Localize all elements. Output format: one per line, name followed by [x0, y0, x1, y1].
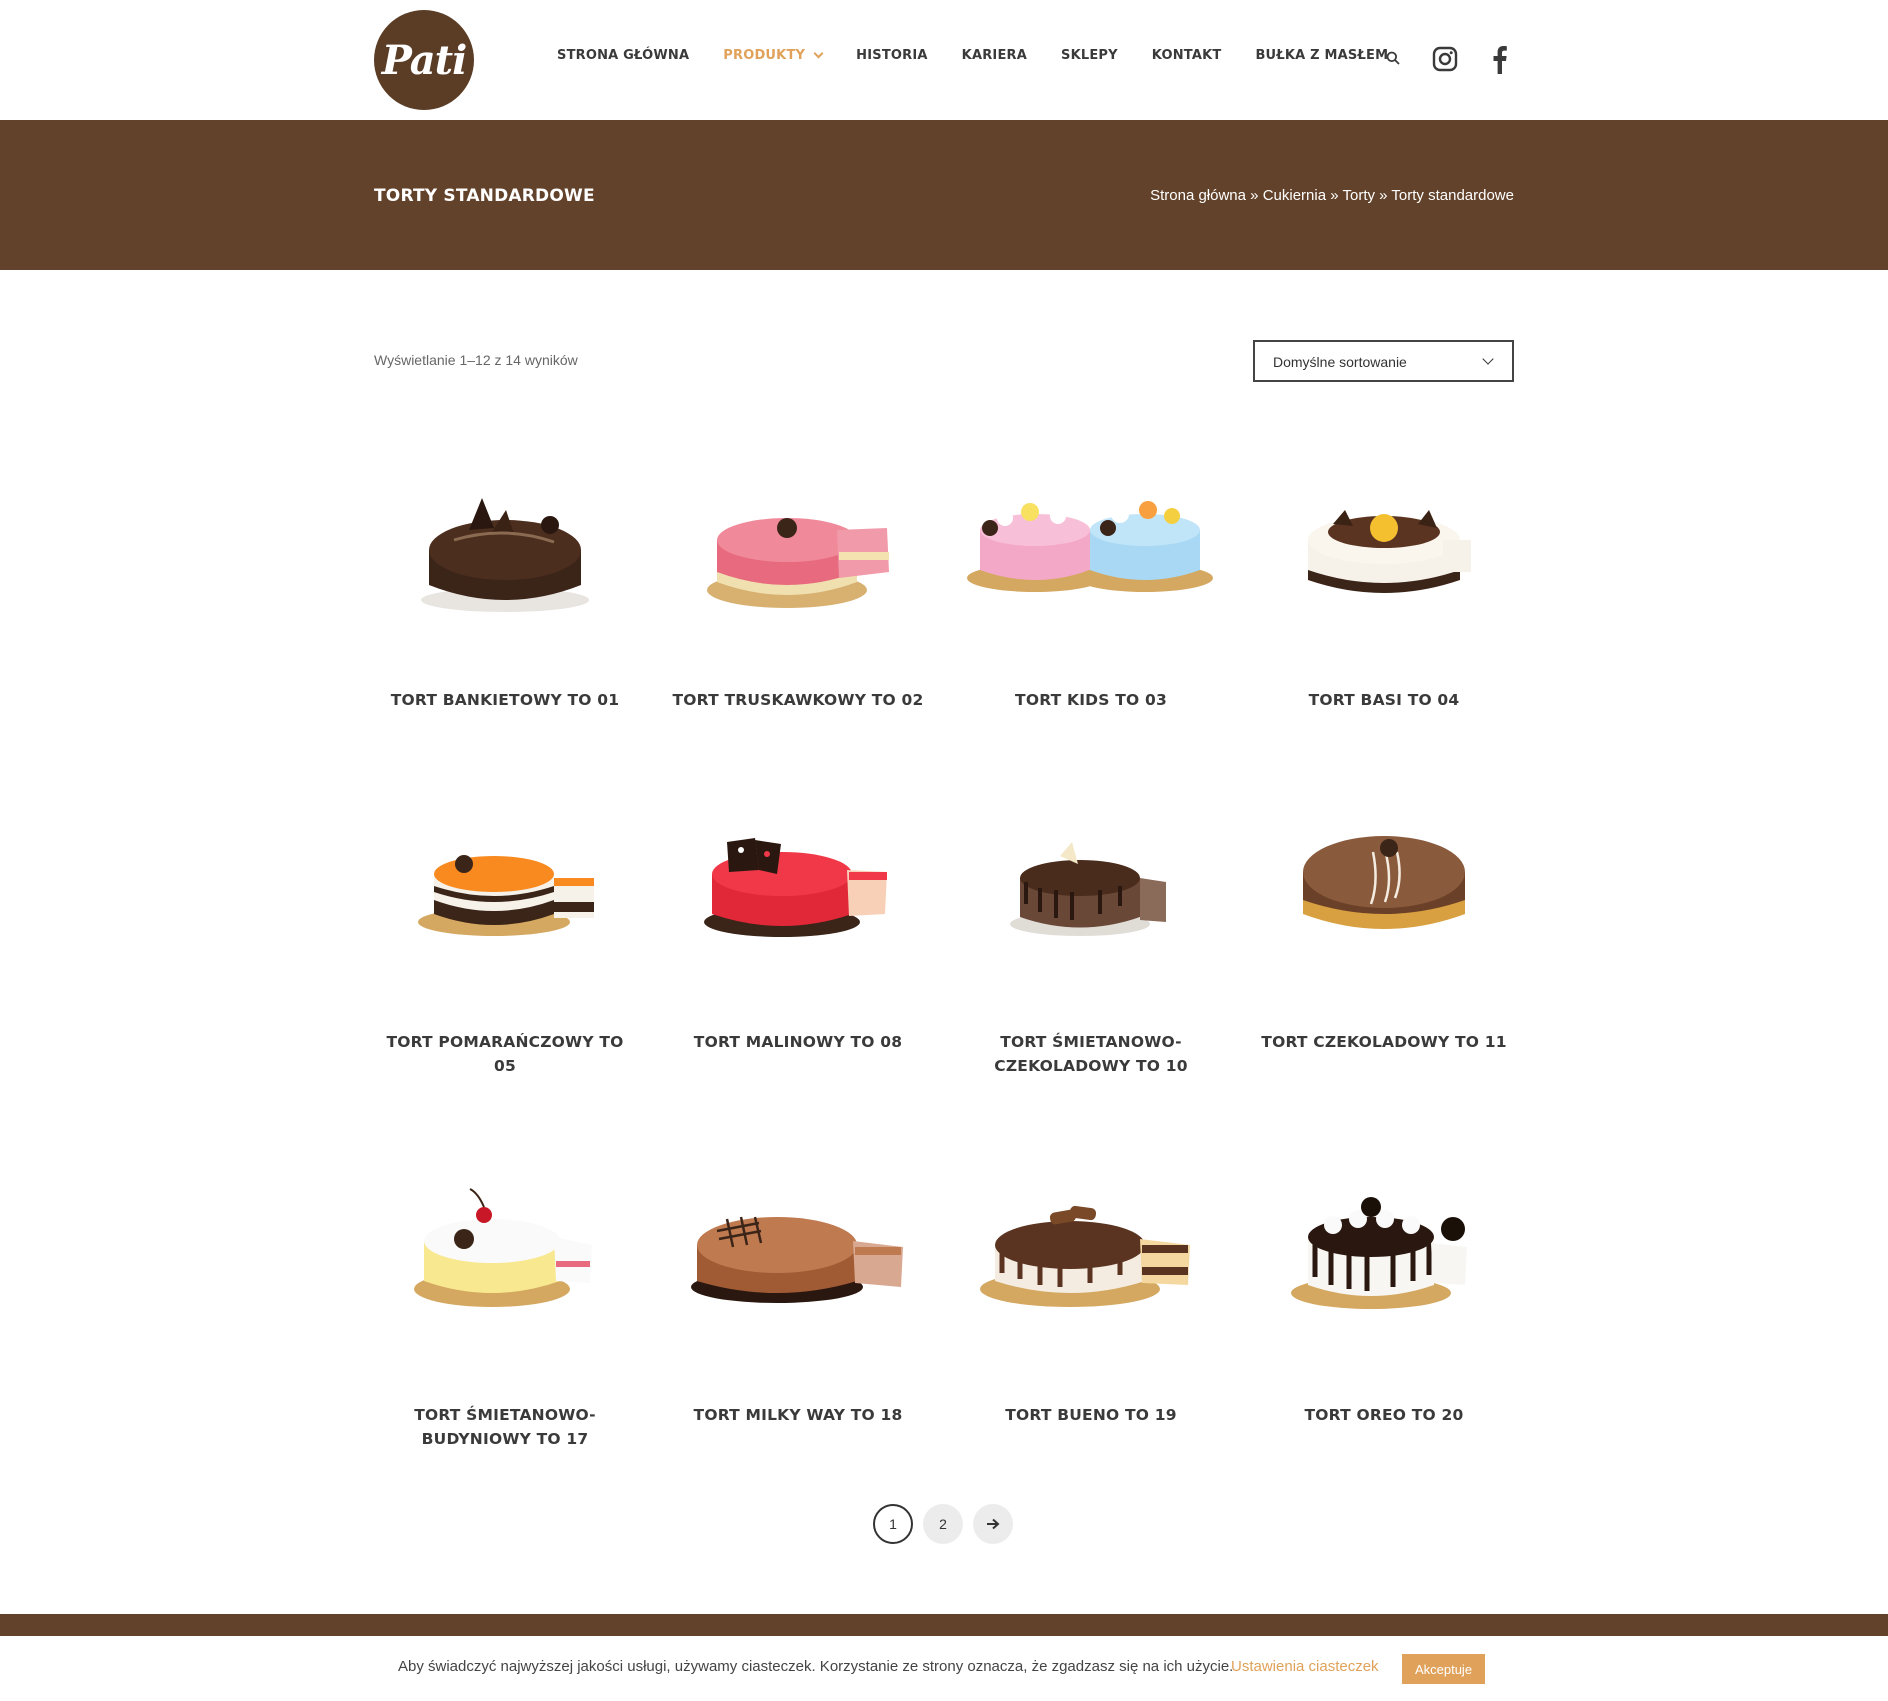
pagination-page-1[interactable]: 1: [873, 1504, 913, 1544]
site-header: Pati STRONA GŁÓWNA PRODUKTY HISTORIA KAR…: [0, 0, 1888, 120]
cookie-bar: Aby świadczyć najwyższej jakości usługi,…: [0, 1636, 1888, 1701]
pati-logo[interactable]: Pati: [374, 10, 474, 110]
product-title[interactable]: TORT ŚMIETANOWO- BUDYNIOWY TO 17: [374, 1403, 636, 1451]
nav-item-sklepy[interactable]: SKLEPY: [1061, 48, 1118, 63]
product-title[interactable]: TORT MALINOWY TO 08: [667, 1030, 929, 1054]
product-title[interactable]: TORT ŚMIETANOWO- CZEKOLADOWY TO 10: [960, 1030, 1222, 1078]
product-image[interactable]: [374, 1149, 636, 1349]
logo-text: Pati: [381, 36, 468, 84]
breadcrumb: Strona główna » Cukiernia » Torty » Tort…: [1150, 187, 1514, 204]
product-image[interactable]: [1253, 440, 1515, 640]
chevron-down-icon: [813, 48, 824, 58]
instagram-icon[interactable]: [1432, 46, 1458, 72]
product-image[interactable]: [374, 440, 636, 640]
product-image[interactable]: [1253, 1149, 1515, 1349]
main-nav: STRONA GŁÓWNA PRODUKTY HISTORIA KARIERA …: [557, 48, 1422, 63]
nav-item-strona-glowna[interactable]: STRONA GŁÓWNA: [557, 48, 689, 63]
cookie-accept-button[interactable]: Akceptuje: [1402, 1654, 1485, 1684]
nav-item-kontakt[interactable]: KONTAKT: [1152, 48, 1222, 63]
product-image[interactable]: [960, 1149, 1222, 1349]
pagination-page-2[interactable]: 2: [923, 1504, 963, 1544]
page-title-bar: [0, 120, 1888, 270]
sort-select-value: Domyślne sortowanie: [1273, 354, 1407, 370]
cookie-text: Aby świadczyć najwyższej jakości usługi,…: [398, 1658, 1234, 1675]
nav-item-bulka-z-maslem[interactable]: BUŁKA Z MASŁEM: [1255, 48, 1388, 63]
sort-select[interactable]: Domyślne sortowanie: [1253, 340, 1514, 382]
chevron-down-icon: [1482, 353, 1494, 365]
breadcrumb-separator: »: [1379, 187, 1388, 204]
product-title[interactable]: TORT BUENO TO 19: [960, 1403, 1222, 1427]
pagination-next[interactable]: [973, 1504, 1013, 1544]
breadcrumb-home[interactable]: Strona główna: [1150, 187, 1246, 204]
product-image[interactable]: [667, 1149, 929, 1349]
product-title[interactable]: TORT BASI TO 04: [1253, 688, 1515, 712]
result-count: Wyświetlanie 1–12 z 14 wyników: [374, 352, 578, 368]
product-title[interactable]: TORT OREO TO 20: [1253, 1403, 1515, 1427]
product-image[interactable]: [1253, 782, 1515, 982]
nav-item-kariera[interactable]: KARIERA: [962, 48, 1027, 63]
breadcrumb-separator: »: [1330, 187, 1339, 204]
nav-item-produkty-label: PRODUKTY: [723, 48, 806, 63]
facebook-icon[interactable]: [1489, 44, 1509, 74]
product-title[interactable]: TORT TRUSKAWKOWY TO 02: [667, 688, 929, 712]
product-title[interactable]: TORT BANKIETOWY TO 01: [374, 688, 636, 712]
product-title[interactable]: TORT MILKY WAY TO 18: [667, 1403, 929, 1427]
search-icon[interactable]: [1386, 51, 1400, 65]
breadcrumb-separator: »: [1250, 187, 1259, 204]
pagination: 1 2: [873, 1504, 1023, 1544]
product-image[interactable]: [960, 782, 1222, 982]
cookie-settings-link[interactable]: Ustawienia ciasteczek: [1231, 1658, 1379, 1675]
page-title: TORTY STANDARDOWE: [374, 186, 595, 206]
product-image[interactable]: [960, 440, 1222, 640]
product-title[interactable]: TORT POMARAŃCZOWY TO 05: [374, 1030, 636, 1078]
product-image[interactable]: [374, 782, 636, 982]
breadcrumb-cukiernia[interactable]: Cukiernia: [1263, 187, 1326, 204]
breadcrumb-torty[interactable]: Torty: [1342, 187, 1375, 204]
product-title[interactable]: TORT KIDS TO 03: [960, 688, 1222, 712]
product-image[interactable]: [667, 782, 929, 982]
footer-strip: [0, 1614, 1888, 1636]
arrow-right-icon: [987, 1518, 1000, 1530]
product-title[interactable]: TORT CZEKOLADOWY TO 11: [1253, 1030, 1515, 1054]
product-image[interactable]: [667, 440, 929, 640]
nav-item-produkty[interactable]: PRODUKTY: [723, 48, 824, 63]
breadcrumb-current: Torty standardowe: [1391, 187, 1514, 204]
nav-item-historia[interactable]: HISTORIA: [856, 48, 928, 63]
